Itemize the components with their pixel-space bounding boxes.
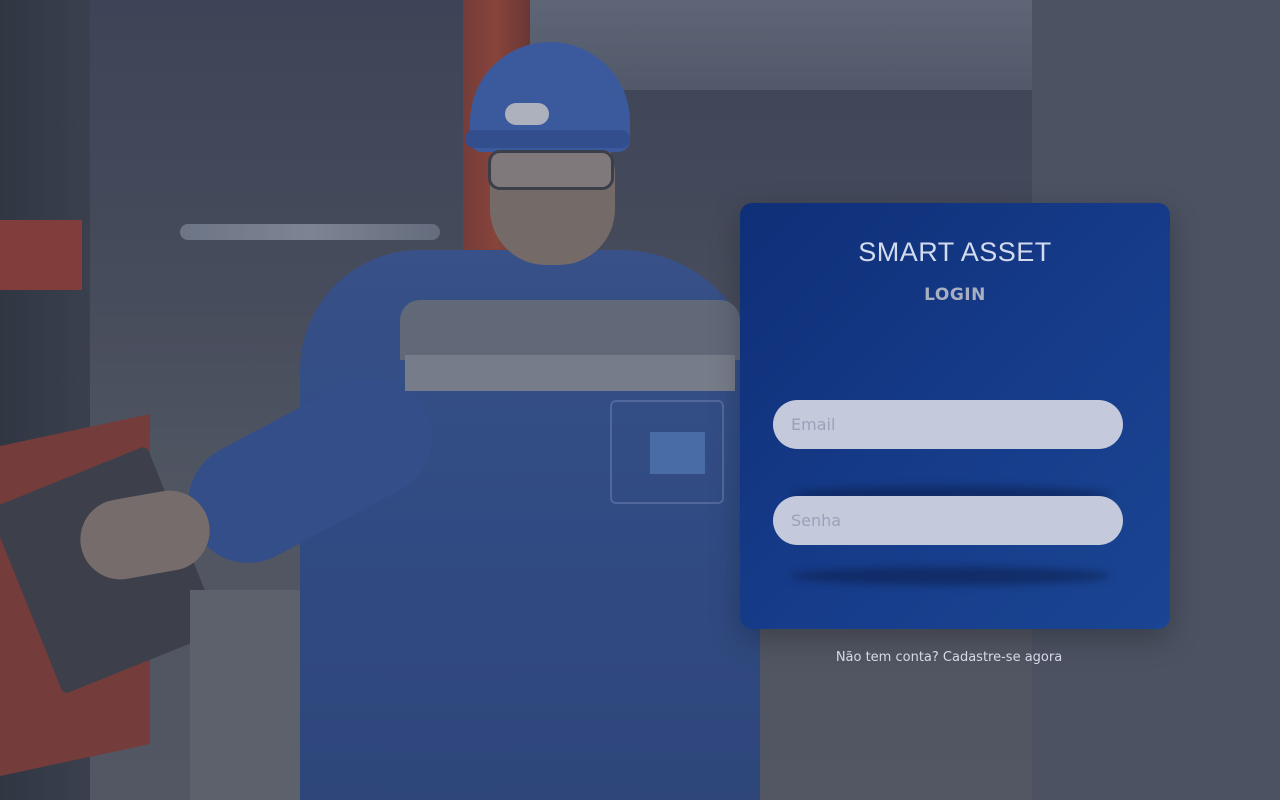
login-page: SMART ASSET LOGIN Não tem conta? Cadastr… [0,0,1280,800]
password-field-shadow [790,567,1110,585]
login-heading: LOGIN [924,285,986,305]
app-title: SMART ASSET [858,237,1052,267]
password-field[interactable] [773,496,1123,545]
signup-link[interactable]: Não tem conta? Cadastre-se agora [740,650,1158,665]
email-field[interactable] [773,400,1123,449]
login-card: SMART ASSET LOGIN [740,203,1170,629]
